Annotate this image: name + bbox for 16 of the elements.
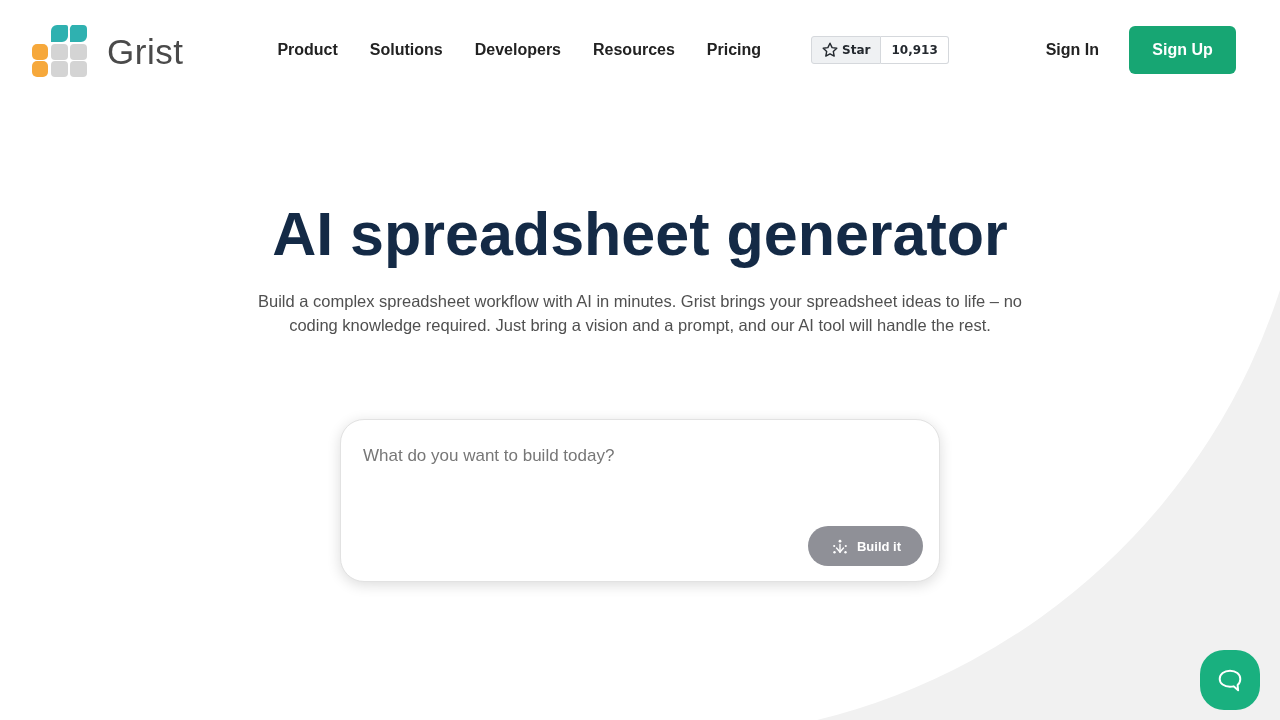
sign-in-link[interactable]: Sign In <box>1045 41 1099 59</box>
star-count-link[interactable]: 10,913 <box>881 36 949 64</box>
speech-bubble-icon <box>1217 667 1243 693</box>
github-star-button[interactable]: Star <box>811 36 882 64</box>
nav-link[interactable]: Solutions <box>369 41 443 59</box>
sparkle-icon <box>831 538 848 554</box>
nav-link[interactable]: Pricing <box>706 41 762 59</box>
nav-link[interactable]: Product <box>277 41 338 59</box>
prompt-field[interactable]: What do you want to build today? <box>357 436 923 526</box>
grid-logo-icon <box>32 25 87 77</box>
nav-link[interactable]: Developers <box>474 41 561 59</box>
home-link[interactable]: Grist <box>32 23 184 77</box>
hero-description: Build a complex spreadsheet workflow with AI in minutes. Grist brings your spreadsheet ideas to life – no coding knowledge required. Just bring a vision and a prompt, and our AI tool will handle the rest. <box>257 291 1023 336</box>
page-title: AI spreadsheet generator <box>272 199 1008 270</box>
nav-link[interactable]: Resources <box>593 41 675 59</box>
star-icon <box>822 42 839 58</box>
